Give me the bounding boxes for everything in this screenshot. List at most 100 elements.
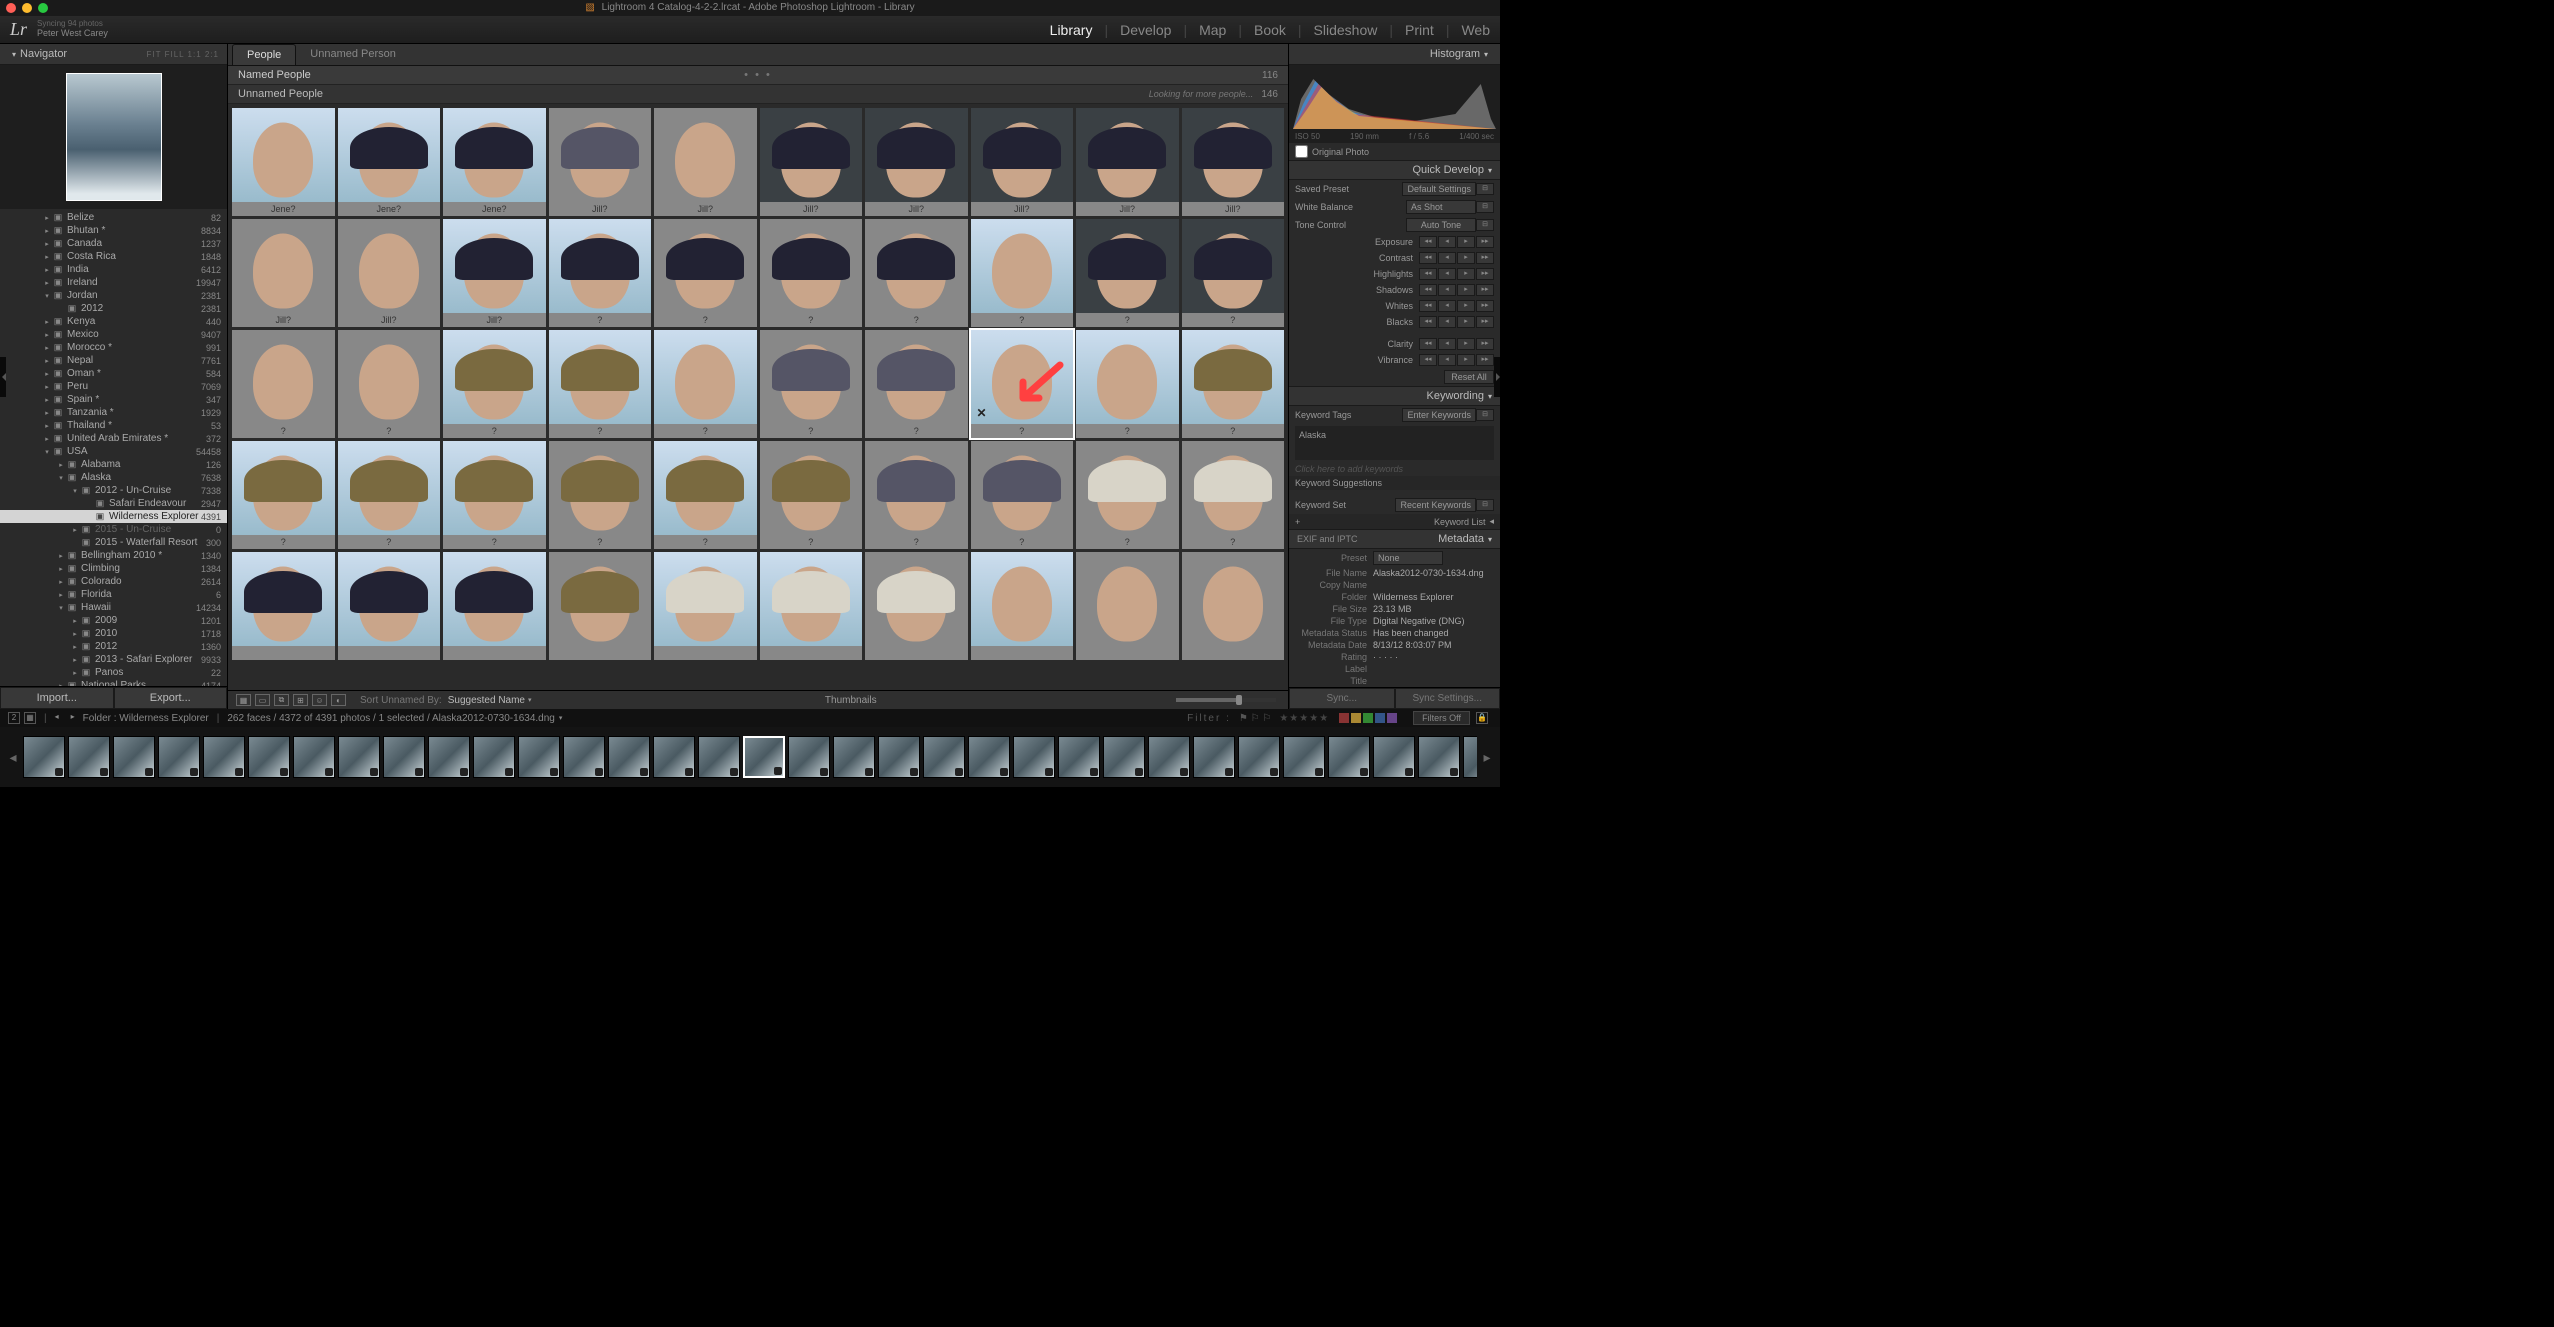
face-cell[interactable]: ? [549,219,652,327]
ks-toggle-icon[interactable]: ⊟ [1476,499,1494,511]
tab-unnamed-person[interactable]: Unnamed Person [296,44,410,65]
face-cell[interactable] [760,552,863,660]
disclosure-icon[interactable]: ▸ [56,578,66,586]
kw-toggle-icon[interactable]: ⊟ [1476,409,1494,421]
meta-value[interactable]: Alaska2012-0730-1634.dng [1373,568,1484,578]
folder-tanzania-[interactable]: ▸▣Tanzania *1929 [0,406,227,419]
folder-bhutan-[interactable]: ▸▣Bhutan *8834 [0,224,227,237]
folder-alaska[interactable]: ▾▣Alaska7638 [0,471,227,484]
filmstrip-thumb[interactable] [1418,736,1460,778]
filmstrip-thumb[interactable] [428,736,470,778]
face-name-label[interactable]: ? [338,535,441,549]
face-name-label[interactable]: Jill? [865,202,968,216]
navigator-preview[interactable] [0,65,227,209]
vibrance-step[interactable]: ▸ [1457,354,1475,366]
shadows-step[interactable]: ▸▸ [1476,284,1494,296]
disclosure-icon[interactable]: ▸ [70,617,80,625]
disclosure-icon[interactable]: ▾ [70,487,80,495]
folder-2012[interactable]: ▸▣20121360 [0,640,227,653]
filmstrip-thumb[interactable] [743,736,785,778]
disclosure-icon[interactable]: ▸ [42,214,52,222]
face-name-label[interactable]: ? [654,313,757,327]
face-name-label[interactable] [971,646,1074,660]
module-slideshow[interactable]: Slideshow [1314,22,1378,38]
disclosure-icon[interactable]: ▸ [56,591,66,599]
whites-step[interactable]: ◂◂ [1419,300,1437,312]
disclosure-icon[interactable]: ▸ [70,643,80,651]
face-cell[interactable]: ? [971,219,1074,327]
folder-peru[interactable]: ▸▣Peru7069 [0,380,227,393]
disclosure-icon[interactable]: ▾ [56,604,66,612]
folder-thailand-[interactable]: ▸▣Thailand *53 [0,419,227,432]
disclosure-icon[interactable]: ▾ [56,474,66,482]
spray-icon[interactable]: ◐ [331,694,346,706]
face-cell[interactable] [654,552,757,660]
face-name-label[interactable]: ? [1076,424,1179,438]
disclosure-icon[interactable]: ▸ [42,331,52,339]
filmstrip-thumb[interactable] [698,736,740,778]
keyword-set-value[interactable]: Recent Keywords [1395,498,1476,512]
face-name-label[interactable]: Jill? [1182,202,1285,216]
folder-canada[interactable]: ▸▣Canada1237 [0,237,227,250]
export-button[interactable]: Export... [114,687,228,709]
face-cell[interactable]: ? [865,219,968,327]
face-cell[interactable]: ? [654,219,757,327]
face-cell[interactable]: Jene? [338,108,441,216]
forward-icon[interactable]: ▸ [67,712,79,724]
face-name-label[interactable] [865,646,968,660]
original-photo-checkbox[interactable] [1295,145,1308,158]
contrast-step[interactable]: ▸▸ [1476,252,1494,264]
filmstrip-thumb[interactable] [1058,736,1100,778]
filmstrip-thumb[interactable] [1148,736,1190,778]
filmstrip-thumb[interactable] [1103,736,1145,778]
face-name-label[interactable]: Jene? [232,202,335,216]
whites-step[interactable]: ▸ [1457,300,1475,312]
face-cell[interactable]: ? [654,441,757,549]
shadows-step[interactable]: ◂◂ [1419,284,1437,296]
flag-filter-icon[interactable]: ⚑ ⚐ ⚐ [1239,713,1271,724]
vibrance-step[interactable]: ◂◂ [1419,354,1437,366]
tone-toggle-icon[interactable]: ⊟ [1476,219,1494,231]
named-people-header[interactable]: Named People • • • 116 [228,66,1288,85]
folder-2015-un-cruise[interactable]: ▸▣2015 - Un-Cruise0 [0,523,227,536]
folder-jordan[interactable]: ▾▣Jordan2381 [0,289,227,302]
face-name-label[interactable]: Jill? [232,313,335,327]
disclosure-icon[interactable]: ▸ [70,630,80,638]
whites-step[interactable]: ▸▸ [1476,300,1494,312]
face-cell[interactable]: ? [1182,219,1285,327]
face-cell[interactable] [1076,552,1179,660]
blacks-step[interactable]: ◂◂ [1419,316,1437,328]
clarity-step[interactable]: ▸▸ [1476,338,1494,350]
highlights-step[interactable]: ▸ [1457,268,1475,280]
loupe-view-icon[interactable]: ▭ [255,694,270,706]
user-name[interactable]: Peter West Carey [37,29,108,39]
face-cell[interactable]: ? [1182,441,1285,549]
folder-mexico[interactable]: ▸▣Mexico9407 [0,328,227,341]
meta-value[interactable]: 8/13/12 8:03:07 PM [1373,640,1452,650]
sort-value[interactable]: Suggested Name [448,695,525,706]
face-cell[interactable]: ? [232,330,335,438]
minimize-window-icon[interactable] [22,3,32,13]
filmstrip-thumb[interactable] [203,736,245,778]
face-name-label[interactable]: Jill? [443,313,546,327]
disclosure-icon[interactable]: ▸ [56,565,66,573]
color-label-filters[interactable] [1339,713,1397,723]
disclosure-icon[interactable]: ▸ [42,266,52,274]
face-cell[interactable] [232,552,335,660]
exposure-step[interactable]: ▸ [1457,236,1475,248]
tab-people[interactable]: People [232,44,296,65]
keyword-list-label[interactable]: Keyword List [1434,517,1486,527]
keyword-hint[interactable]: Click here to add keywords [1295,464,1403,474]
disclosure-icon[interactable]: ▸ [42,227,52,235]
folder-oman-[interactable]: ▸▣Oman *584 [0,367,227,380]
filmstrip-thumb[interactable] [878,736,920,778]
folder-nepal[interactable]: ▸▣Nepal7761 [0,354,227,367]
folder-2012[interactable]: ▣20122381 [0,302,227,315]
folder-panos[interactable]: ▸▣Panos22 [0,666,227,679]
blacks-step[interactable]: ▸ [1457,316,1475,328]
close-window-icon[interactable] [6,3,16,13]
face-name-label[interactable]: ? [654,424,757,438]
face-name-label[interactable]: ? [1182,424,1285,438]
filmstrip-thumb[interactable] [293,736,335,778]
folder-alabama[interactable]: ▸▣Alabama126 [0,458,227,471]
